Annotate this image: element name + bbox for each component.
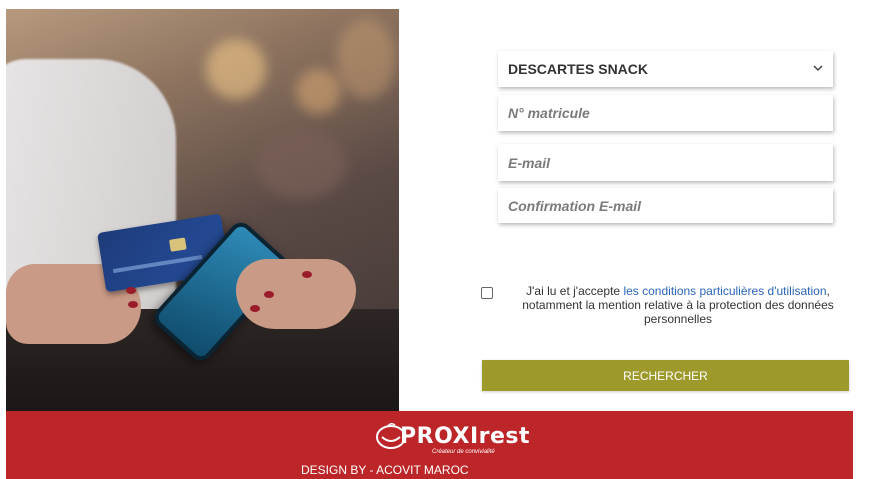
email-input[interactable]: E-mail <box>498 144 833 181</box>
email-confirm-input[interactable]: Confirmation E-mail <box>498 188 833 223</box>
scrollbar[interactable] <box>872 0 882 479</box>
email-confirm-placeholder: Confirmation E-mail <box>508 197 642 214</box>
chevron-down-icon <box>813 63 823 75</box>
restaurant-select[interactable]: DESCARTES SNACK <box>498 51 833 87</box>
matricule-input[interactable]: N° matricule <box>498 95 833 131</box>
proxirest-logo: PROXIrest Créateur de convivialité <box>370 421 530 457</box>
search-button[interactable]: RECHERCHER <box>482 360 849 391</box>
restaurant-select-value: DESCARTES SNACK <box>508 61 649 77</box>
brand-name: PROXIrest <box>400 424 531 449</box>
consent-text: J'ai lu et j'accepte les conditions part… <box>522 284 834 326</box>
consent-checkbox[interactable] <box>481 287 493 299</box>
design-credit: DESIGN BY - ACOVIT MAROC <box>301 463 469 477</box>
matricule-placeholder: N° matricule <box>508 105 590 121</box>
email-placeholder: E-mail <box>508 154 551 171</box>
hero-photo <box>6 9 399 411</box>
brand-tagline: Créateur de convivialité <box>432 449 495 455</box>
footer: PROXIrest Créateur de convivialité DESIG… <box>6 411 853 479</box>
login-page: DESCARTES SNACK N° matricule E-mail Conf… <box>0 0 882 479</box>
terms-link[interactable]: les conditions particulières d'utilisati… <box>623 284 826 298</box>
